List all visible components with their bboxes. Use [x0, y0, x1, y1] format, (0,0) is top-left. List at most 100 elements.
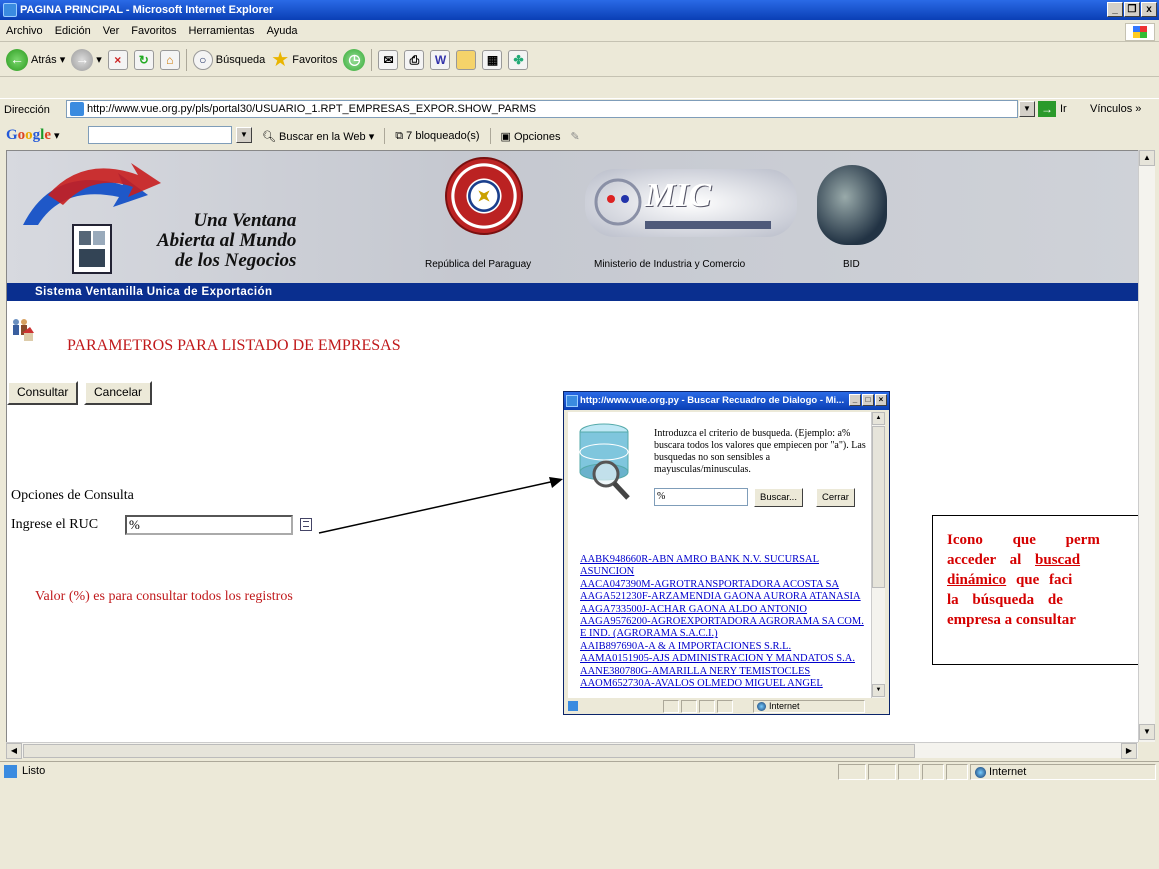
forward-button[interactable]: → ▾ — [71, 48, 102, 71]
ruc-input[interactable]: % — [125, 515, 293, 535]
pointer-arrow — [318, 477, 563, 534]
callout-line-4: la búsqueda de — [947, 592, 1063, 608]
database-search-icon — [579, 423, 630, 500]
menu-bar: Archivo Edición Ver Favoritos Herramient… — [0, 20, 1159, 42]
mic-logo: MIC — [585, 169, 797, 237]
dialog-globe-icon — [757, 702, 766, 712]
slogan-line-1: Una Ventana — [193, 210, 297, 231]
messenger-icon[interactable]: ✤ — [508, 49, 529, 70]
result-link[interactable]: AAIB897690A-A & A IMPORTACIONES S.R.L. — [580, 641, 870, 653]
horizontal-scroll-thumb[interactable] — [23, 744, 915, 758]
scroll-right-icon[interactable]: ▶ — [1121, 743, 1137, 759]
result-link[interactable]: AAGA733500J-ACHAR GAONA ALDO ANTONIO — [580, 604, 870, 616]
search-label: Búsqueda — [215, 53, 266, 66]
address-dropdown-icon[interactable]: ▼ — [1019, 101, 1035, 117]
history-icon[interactable]: ◷ — [343, 48, 366, 71]
list-of-values-icon[interactable] — [300, 518, 312, 531]
result-link[interactable]: AAOM652730A-AVALOS OLMEDO MIGUEL ANGEL — [580, 678, 870, 690]
page-icon — [70, 102, 84, 116]
home-icon[interactable]: ⌂ — [159, 49, 180, 70]
google-dropdown-icon[interactable]: ▼ — [236, 127, 252, 143]
scroll-up-icon[interactable]: ▲ — [1139, 150, 1155, 166]
dialog-scroll-up-icon[interactable]: ▲ — [872, 412, 885, 425]
stop-icon[interactable]: × — [107, 49, 128, 70]
close-button[interactable]: x — [1141, 2, 1157, 17]
title-bar: PAGINA PRINCIPAL - Microsoft Internet Ex… — [0, 0, 1159, 20]
status-zone: Internet — [970, 764, 1156, 780]
consultar-button[interactable]: Consultar — [7, 381, 79, 405]
menu-favoritos[interactable]: Favoritos — [131, 25, 176, 37]
go-label: Ir — [1060, 103, 1067, 115]
menu-herramientas[interactable]: Herramientas — [189, 25, 255, 37]
dialog-close-button[interactable]: × — [875, 394, 887, 406]
callout-line-5: empresa a consultar — [947, 612, 1076, 628]
mic-logo-text: MIC — [645, 177, 712, 214]
dialog-minimize-button[interactable]: _ — [849, 394, 861, 406]
favorites-label: Favoritos — [292, 53, 338, 66]
go-button[interactable]: → Ir — [1038, 101, 1067, 117]
result-link[interactable]: AABK948660R-ABN AMRO BANK N.V. SUCURSAL … — [580, 554, 870, 579]
address-input[interactable]: http://www.vue.org.py/pls/portal30/USUAR… — [66, 100, 1018, 118]
highlight-pencil-icon[interactable]: ✎ — [570, 130, 579, 143]
internet-globe-icon — [975, 766, 986, 778]
dialog-search-button[interactable]: Buscar... — [754, 488, 803, 507]
menu-edicion[interactable]: Edición — [55, 25, 91, 37]
dialog-scroll-down-icon[interactable]: ▼ — [872, 684, 885, 697]
folder-icon[interactable] — [456, 49, 477, 70]
caption-mic: Ministerio de Industria y Comercio — [594, 259, 746, 270]
caption-bid: BID — [843, 259, 860, 270]
results-list: AABK948660R-ABN AMRO BANK N.V. SUCURSAL … — [580, 554, 870, 690]
links-label[interactable]: Vínculos » — [1090, 103, 1141, 115]
cancelar-button[interactable]: Cancelar — [84, 381, 153, 405]
minimize-button[interactable]: _ — [1107, 2, 1123, 17]
dialog-scrollbar[interactable]: ▲ ▼ — [871, 412, 885, 698]
callout-line-3a: dinámico — [947, 572, 1007, 588]
caption-paraguay: República del Paraguay — [425, 259, 532, 270]
mic-subtitle-strip — [645, 221, 771, 229]
options-button[interactable]: ▣ Opciones — [501, 130, 561, 143]
menu-archivo[interactable]: Archivo — [6, 25, 43, 37]
users-house-icon — [13, 319, 34, 341]
paraguay-seal-icon — [445, 157, 523, 235]
result-link[interactable]: AAMA0151905-AJS ADMINISTRACION Y MANDATO… — [580, 653, 870, 665]
callout-line-1: Icono que perm — [947, 532, 1100, 548]
scroll-down-icon[interactable]: ▼ — [1139, 724, 1155, 740]
vertical-scrollbar[interactable]: ▲ ▼ — [1138, 150, 1155, 742]
refresh-icon[interactable]: ↻ — [133, 49, 154, 70]
horizontal-scrollbar[interactable]: ◀ ▶ — [6, 742, 1138, 759]
mail-icon[interactable]: ✉ — [378, 49, 399, 70]
dialog-close-btn[interactable]: Cerrar — [816, 488, 855, 507]
restore-button[interactable]: ❐ — [1124, 2, 1140, 17]
back-button[interactable]: ← Atrás ▾ — [6, 48, 65, 71]
result-link[interactable]: AANE380780G-AMARILLA NERY TEMISTOCLES — [580, 666, 870, 678]
site-banner: Una Ventana Abierta al Mundo de los Nego… — [7, 151, 1143, 301]
slogan-line-2: Abierta al Mundo — [157, 230, 297, 251]
research-icon[interactable]: ▦ — [482, 49, 503, 70]
result-link[interactable]: AAGA521230F-ARZAMENDIA GAONA AURORA ATAN… — [580, 591, 870, 603]
dialog-scroll-thumb[interactable] — [872, 426, 885, 588]
menu-ayuda[interactable]: Ayuda — [267, 25, 298, 37]
slogan-line-3: de los Negocios — [175, 250, 297, 271]
print-icon[interactable]: ⎙ — [404, 49, 425, 70]
bid-globe-icon — [817, 165, 887, 245]
note-text: Valor (%) es para consultar todos los re… — [35, 589, 293, 604]
search-web-button[interactable]: 🔍︎ Buscar en la Web ▾ — [262, 130, 374, 143]
scroll-left-icon[interactable]: ◀ — [6, 743, 22, 759]
callout-line-2b: buscad — [1035, 552, 1081, 568]
menu-ver[interactable]: Ver — [103, 25, 120, 37]
favorites-button[interactable]: ★ Favoritos — [271, 47, 337, 72]
address-bar: Dirección http://www.vue.org.py/pls/port… — [0, 98, 1159, 120]
dialog-search-input[interactable]: % — [654, 488, 748, 506]
popup-blocked-button[interactable]: ⧉ 7 bloqueado(s) — [395, 130, 479, 143]
google-logo[interactable]: Google — [6, 127, 51, 144]
go-arrow-icon: → — [1038, 101, 1056, 117]
dialog-status-bar: Internet — [565, 699, 889, 714]
google-search-input[interactable] — [88, 126, 232, 144]
result-link[interactable]: AAGA9576200-AGROEXPORTADORA AGRORAMA SA … — [580, 616, 870, 641]
dialog-status-zone: Internet — [753, 700, 865, 713]
dialog-status-icon — [568, 701, 578, 711]
dialog-maximize-button[interactable]: □ — [862, 394, 874, 406]
edit-word-icon[interactable]: W — [430, 49, 451, 70]
result-link[interactable]: AACA047390M-AGROTRANSPORTADORA ACOSTA SA — [580, 579, 870, 591]
search-button[interactable]: ○ Búsqueda — [192, 49, 266, 70]
